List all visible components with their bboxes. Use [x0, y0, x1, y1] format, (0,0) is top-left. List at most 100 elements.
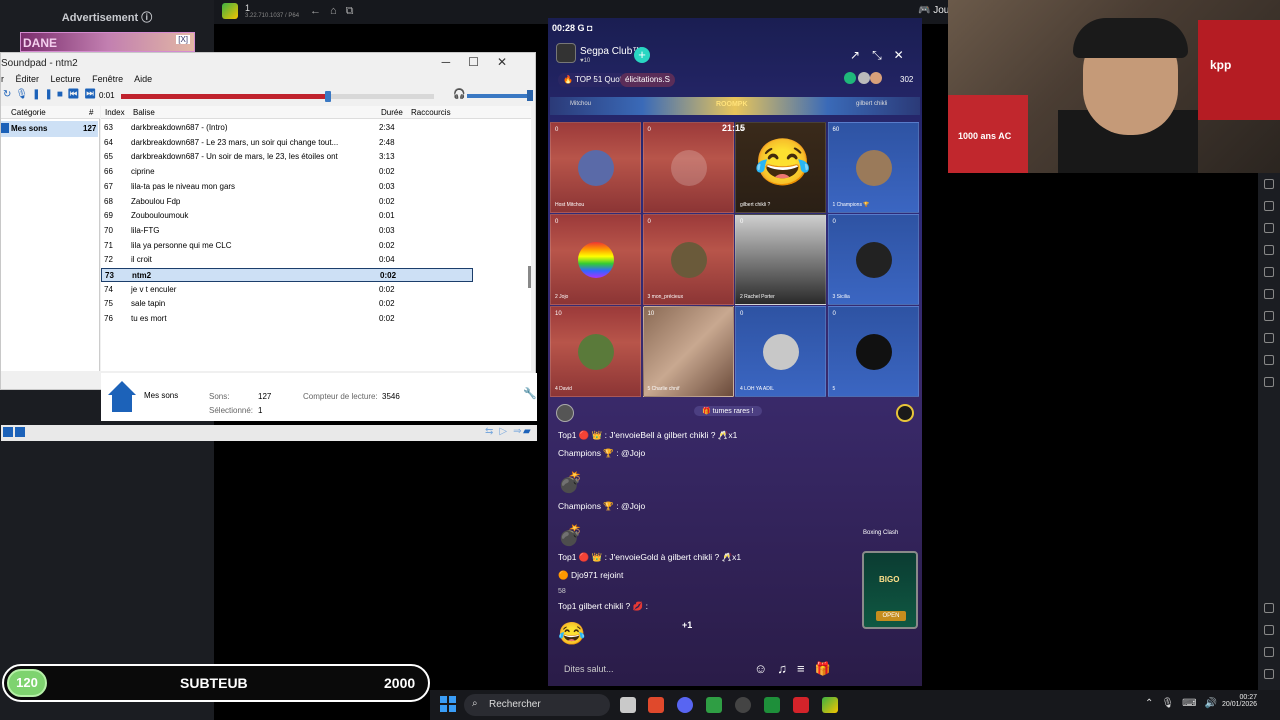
top-rank-badge[interactable]: 🔥 TOP 51 Quot: [558, 73, 627, 87]
table-row[interactable]: 64 darkbreakdown687 - Le 23 mars, un soir…: [101, 136, 473, 150]
event-icon[interactable]: [896, 404, 914, 422]
table-row[interactable]: 76 tu es mort 0:02: [101, 312, 473, 326]
chat-icon[interactable]: ▰: [523, 426, 531, 437]
taskbar-clock[interactable]: 00:27 20/01/2026: [1222, 694, 1257, 708]
seat-avatar[interactable]: [763, 334, 799, 370]
viewer-count[interactable]: 302: [900, 75, 913, 84]
seat-avatar[interactable]: [578, 334, 614, 370]
toolbar-icon[interactable]: [1264, 223, 1274, 233]
headphones-icon[interactable]: 🎧: [453, 89, 465, 100]
advertisement-banner[interactable]: DANE [X]: [20, 32, 195, 52]
status-a-icon[interactable]: [15, 427, 25, 437]
minimize-icon[interactable]: ⤡: [872, 48, 894, 62]
boxing-clash-label[interactable]: Boxing Clash: [863, 530, 898, 536]
toolbar-icon[interactable]: [1264, 333, 1274, 343]
gift-bag-icon[interactable]: 🎁: [815, 661, 841, 676]
list-scrollbar[interactable]: [528, 266, 531, 288]
seat-avatar[interactable]: [578, 242, 614, 278]
status-icon[interactable]: [3, 427, 13, 437]
network-icon[interactable]: ⌨: [1182, 698, 1204, 709]
club-name[interactable]: Segpa Club™: [580, 46, 642, 57]
next-icon[interactable]: ⏭: [84, 89, 101, 100]
viewer-avatar[interactable]: [858, 72, 870, 84]
excel-icon[interactable]: [764, 697, 780, 713]
viewer-avatar[interactable]: [844, 72, 856, 84]
table-row[interactable]: 73 ntm2 0:02: [101, 268, 473, 282]
app-icon[interactable]: [222, 3, 238, 19]
back-icon[interactable]: ←: [310, 5, 330, 17]
table-row[interactable]: 66 ciprine 0:02: [101, 165, 473, 179]
menu-play[interactable]: Lecture: [51, 74, 81, 84]
room-avatar[interactable]: [556, 404, 574, 422]
menu-icon[interactable]: ≡: [797, 661, 815, 676]
mic-seat[interactable]: 😂 0 gilbert chikli ?: [735, 122, 826, 213]
pause-icon[interactable]: ❚❚: [32, 89, 57, 100]
previous-icon[interactable]: ⏮: [67, 89, 84, 100]
category-row[interactable]: Mes sons 127: [1, 121, 98, 137]
table-row[interactable]: 69 Zouboulou­mouk 0:01: [101, 209, 473, 223]
table-row[interactable]: 74 je v t enculer 0:02: [101, 283, 473, 297]
mic-seat[interactable]: 05: [827, 306, 919, 397]
file-explorer-icon[interactable]: [620, 697, 636, 713]
mic-seat[interactable]: 0: [642, 122, 734, 213]
mic-icon[interactable]: 🎙: [1161, 698, 1182, 709]
terminal-icon[interactable]: [706, 697, 722, 713]
toolbar-icon[interactable]: [1264, 179, 1274, 189]
toolbar-icon[interactable]: [1264, 625, 1274, 635]
table-row[interactable]: 63 darkbreakdown687 - (Intro) 2:34: [101, 121, 473, 135]
toolbar-icon[interactable]: [1264, 201, 1274, 211]
congrats-badge[interactable]: élicitations.S: [620, 73, 675, 87]
minimize-icon[interactable]: ─: [442, 55, 469, 69]
club-avatar[interactable]: [556, 43, 576, 63]
col-index[interactable]: Index: [105, 108, 125, 117]
wrench-icon[interactable]: 🔧: [523, 387, 537, 400]
toolbar-icon[interactable]: [1264, 647, 1274, 657]
mic-icon[interactable]: 🎙: [15, 89, 32, 100]
table-row[interactable]: 71 lila ya personne qui me CLC 0:02: [101, 239, 473, 253]
col-shortcuts[interactable]: Raccourcis: [411, 108, 451, 117]
maximize-icon[interactable]: ☐: [468, 55, 497, 69]
toolbar-icon[interactable]: [1264, 355, 1274, 365]
seat-avatar[interactable]: [855, 242, 892, 278]
seat-avatar[interactable]: [855, 150, 892, 186]
mic-seat[interactable]: 0 2 Rachel Porter: [735, 214, 826, 305]
mic-seat[interactable]: 10 5 Charlie chnif: [642, 306, 734, 397]
follow-button[interactable]: +: [634, 47, 650, 63]
toolbar-icon[interactable]: [1264, 311, 1274, 321]
seat-avatar[interactable]: [670, 242, 707, 278]
col-tag[interactable]: Balise: [133, 108, 155, 117]
table-row[interactable]: 67 lila-ta pas le niveau mon gars 0:03: [101, 180, 473, 194]
open-button[interactable]: OPEN: [876, 611, 906, 621]
chat-input[interactable]: Dites salut...: [564, 664, 614, 674]
close-icon[interactable]: ✕: [497, 55, 525, 69]
toolbar-icon[interactable]: [1264, 245, 1274, 255]
table-row[interactable]: 72 il croit 0:04: [101, 253, 473, 267]
table-row[interactable]: 70 lila-FTG 0:03: [101, 224, 473, 238]
obs-icon[interactable]: [735, 697, 751, 713]
copy-icon[interactable]: ⧉: [346, 5, 363, 17]
mic-seat[interactable]: 60 1 Champions 🏆: [827, 122, 919, 213]
close-icon[interactable]: ✕: [894, 48, 916, 62]
app-icon[interactable]: [822, 697, 838, 713]
progress-handle[interactable]: [324, 91, 331, 102]
emoji-icon[interactable]: ☺: [754, 661, 777, 676]
table-row[interactable]: 75 sale tapin 0:02: [101, 297, 473, 311]
home-icon[interactable]: ⌂: [330, 5, 346, 17]
top-right-label[interactable]: 🎮 Jou: [918, 5, 949, 16]
status-tools-icons[interactable]: ⇆▷⇒: [485, 426, 527, 437]
mic-seat[interactable]: 0 3 mon_précieux: [642, 214, 734, 305]
toolbar-icon[interactable]: [1264, 669, 1274, 679]
menu-edit[interactable]: Éditer: [16, 74, 40, 84]
toolbar-icon[interactable]: [1264, 267, 1274, 277]
promo-card[interactable]: BIGO OPEN: [862, 551, 918, 629]
menu-item[interactable]: r: [1, 74, 4, 84]
volume-handle[interactable]: [527, 90, 533, 101]
share-icon[interactable]: ↗: [850, 48, 872, 62]
rare-items-banner[interactable]: 🎁 tumes rares !: [694, 406, 762, 416]
progress-bar[interactable]: [121, 91, 434, 102]
viewer-avatar[interactable]: [870, 72, 882, 84]
seat-avatar[interactable]: [578, 150, 614, 186]
nav-icons[interactable]: ←⌂⧉: [310, 5, 363, 18]
windows-start-icon[interactable]: [440, 696, 456, 712]
volume-slider[interactable]: [467, 94, 531, 98]
